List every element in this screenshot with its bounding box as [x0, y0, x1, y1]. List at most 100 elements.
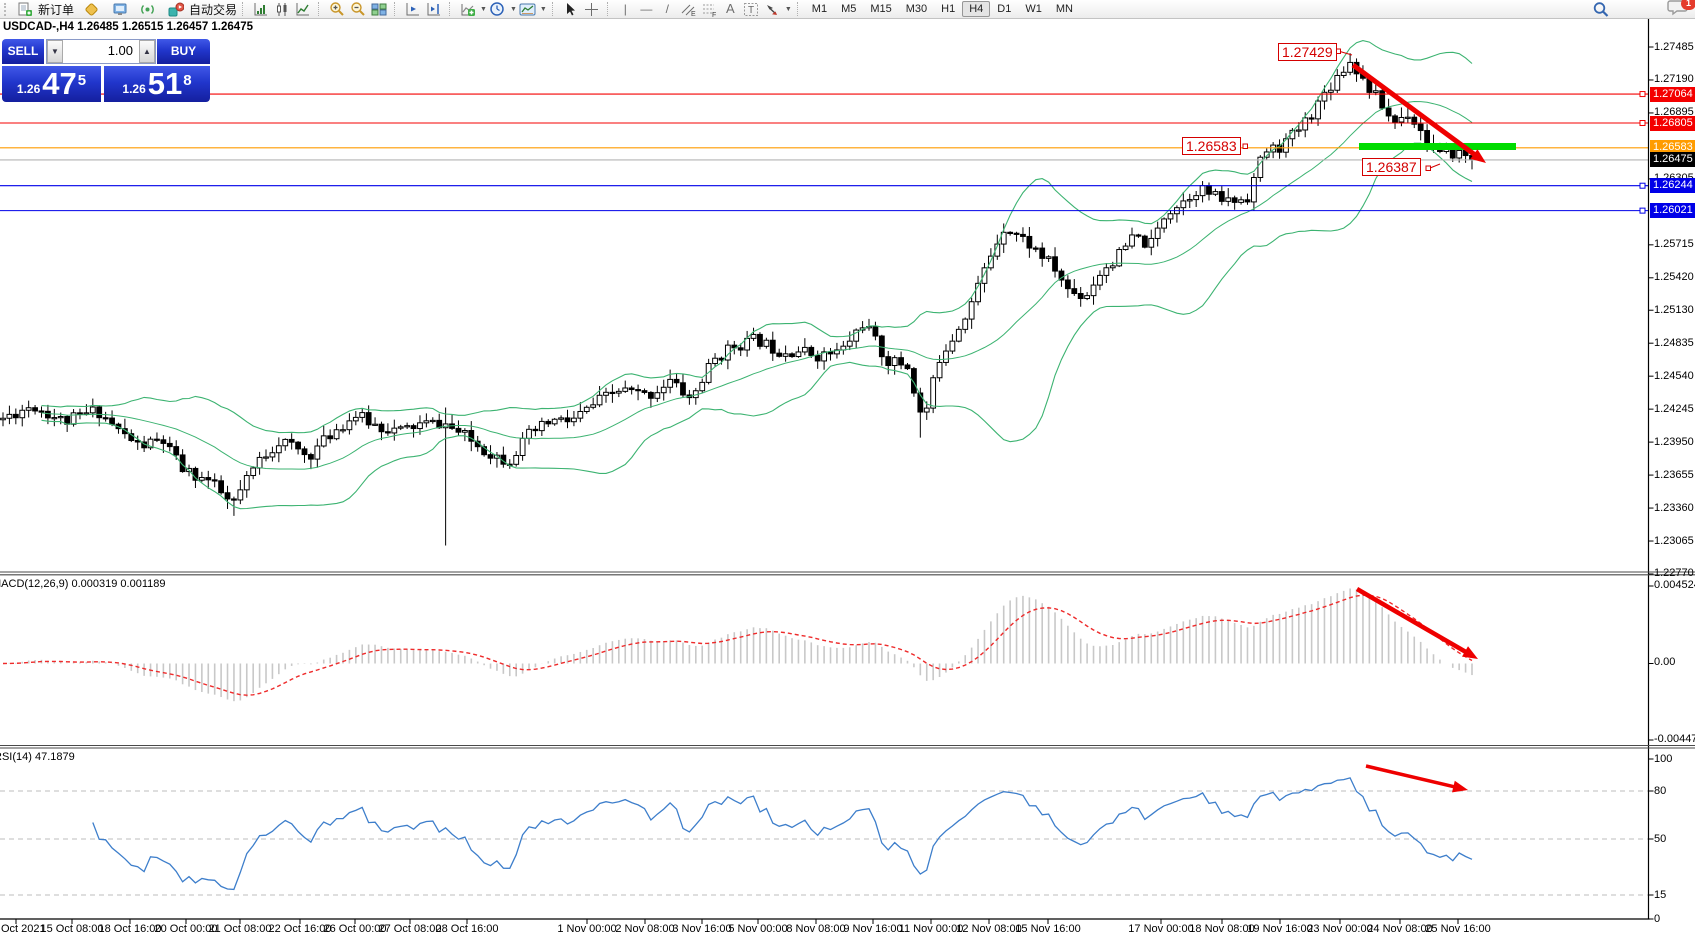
one-click-trading-panel: SELL ▼ 1.00 ▲ BUY 1.26 47 5 1.26 51 8	[2, 39, 210, 102]
volume-decrease-button[interactable]: ▼	[47, 40, 63, 63]
trendline-tool-button[interactable]: /	[658, 1, 677, 17]
sell-price-small: 1.26	[17, 80, 40, 98]
volume-control: ▼ 1.00 ▲	[46, 39, 156, 64]
toolbar-separator	[394, 2, 398, 16]
sell-price-display[interactable]: 1.26 47 5	[2, 66, 101, 102]
time-axis-label: 8 Nov 08:00	[786, 923, 845, 935]
fibonacci-tool-button[interactable]: F	[700, 1, 719, 17]
arrows-tool-button[interactable]	[763, 1, 782, 17]
price-badge: 1.27064	[1650, 87, 1695, 102]
rsi-axis-label: 100	[1654, 753, 1672, 765]
time-axis-label: 17 Nov 00:00	[1128, 923, 1193, 935]
time-axis-label: 2 Nov 08:00	[615, 923, 674, 935]
sell-price-big: 47	[42, 70, 76, 98]
text-tool-button[interactable]: A	[721, 1, 740, 17]
notification-badge: 1	[1681, 0, 1695, 10]
toolbar-separator	[449, 2, 453, 16]
price-axis-label: 1.27485	[1654, 41, 1694, 53]
tf-button-W1[interactable]: W1	[1018, 1, 1049, 17]
tf-button-D1[interactable]: D1	[990, 1, 1018, 17]
toolbar-separator	[797, 2, 801, 16]
time-axis-label: 23 Nov 00:00	[1307, 923, 1372, 935]
price-annotation-high[interactable]: 1.27429	[1278, 43, 1337, 61]
price-axis-label: 1.25420	[1654, 271, 1694, 283]
autotrading-label[interactable]: 自动交易	[189, 1, 237, 18]
tf-button-M1[interactable]: M1	[805, 1, 834, 17]
cursor-button[interactable]	[561, 1, 580, 17]
vertical-line-tool-button[interactable]: |	[616, 1, 635, 17]
toolbar-grip	[4, 3, 10, 16]
bar-chart-button[interactable]	[251, 1, 270, 17]
time-axis-label: Oct 2021	[1, 923, 46, 935]
rsi-axis-label: 15	[1654, 889, 1666, 901]
crosshair-button[interactable]	[582, 1, 601, 17]
time-axis-label: 22 Oct 16:00	[269, 923, 332, 935]
time-axis-label: 11 Nov 00:00	[899, 923, 964, 935]
candlestick-chart-button[interactable]	[272, 1, 291, 17]
tf-button-M15[interactable]: M15	[863, 1, 898, 17]
time-axis-label: 15 Oct 08:00	[41, 923, 104, 935]
time-axis-label: 26 Oct 00:00	[324, 923, 387, 935]
arrows-dropdown-arrow[interactable]: ▼	[785, 6, 792, 13]
data-window-icon[interactable]	[110, 1, 129, 17]
toolbar-right-group: 1	[1590, 0, 1689, 19]
signals-icon[interactable]	[138, 1, 157, 17]
templates-dropdown-arrow[interactable]: ▼	[540, 6, 547, 13]
equidistant-channel-tool-button[interactable]: E	[679, 1, 698, 17]
clock-dropdown-arrow[interactable]: ▼	[510, 6, 517, 13]
tf-button-H1[interactable]: H1	[934, 1, 962, 17]
price-annotation-support[interactable]: 1.26583	[1182, 137, 1241, 155]
time-axis-label: 1 Nov 00:00	[557, 923, 616, 935]
price-axis-label: 1.27190	[1654, 73, 1694, 85]
price-axis-label: 1.24245	[1654, 403, 1694, 415]
tf-button-M30[interactable]: M30	[899, 1, 934, 17]
time-axis-label: 25 Nov 16:00	[1425, 923, 1490, 935]
macd-axis-max-label: 0.004524	[1654, 579, 1695, 591]
time-axis-label: 12 Nov 08:00	[956, 923, 1021, 935]
buy-button[interactable]: BUY	[157, 39, 210, 64]
search-icon[interactable]	[1591, 1, 1610, 17]
buy-price-small: 1.26	[122, 80, 145, 98]
price-badge: 1.26475	[1650, 152, 1695, 167]
chart-shift-button[interactable]	[424, 1, 443, 17]
new-order-button[interactable]	[15, 1, 34, 17]
tile-windows-button[interactable]	[369, 1, 388, 17]
tf-button-H4[interactable]: H4	[962, 1, 990, 17]
time-axis-label: 27 Oct 08:00	[379, 923, 442, 935]
macd-indicator-label: MACD(12,26,9) 0.000319 0.001189	[0, 578, 165, 590]
chart-title: USDCAD-,H4 1.26485 1.26515 1.26457 1.264…	[3, 21, 253, 33]
volume-input[interactable]: 1.00	[63, 40, 139, 63]
price-axis-label: 1.23655	[1654, 469, 1694, 481]
chart-canvas[interactable]	[0, 0, 1695, 938]
templates-button[interactable]	[518, 1, 537, 17]
price-annotation-low[interactable]: 1.26387	[1362, 158, 1421, 176]
autoscroll-button[interactable]	[403, 1, 422, 17]
toolbar-separator	[242, 2, 246, 16]
buy-price-display[interactable]: 1.26 51 8	[104, 66, 210, 102]
notifications-button[interactable]: 1	[1667, 0, 1689, 19]
time-axis-label: 3 Nov 16:00	[672, 923, 731, 935]
indicators-dropdown-arrow[interactable]: ▼	[480, 6, 487, 13]
tf-button-MN[interactable]: MN	[1049, 1, 1080, 17]
text-label-tool-button[interactable]: T	[742, 1, 761, 17]
zoom-out-button[interactable]	[348, 1, 367, 17]
timeframes-clock-button[interactable]	[488, 1, 507, 17]
line-chart-button[interactable]	[293, 1, 312, 17]
indicators-button[interactable]	[458, 1, 477, 17]
zoom-in-button[interactable]	[327, 1, 346, 17]
quotes-icon[interactable]	[82, 1, 101, 17]
price-axis-label: 1.22770	[1654, 567, 1694, 579]
horizontal-line-tool-button[interactable]: —	[637, 1, 656, 17]
volume-increase-button[interactable]: ▲	[139, 40, 155, 63]
time-axis-label: 9 Nov 16:00	[843, 923, 902, 935]
new-order-label[interactable]: 新订单	[38, 1, 74, 18]
sell-button[interactable]: SELL	[2, 39, 44, 64]
tf-button-M5[interactable]: M5	[834, 1, 863, 17]
svg-text:F: F	[712, 12, 716, 17]
time-axis-label: 18 Nov 08:00	[1189, 923, 1254, 935]
toolbar-separator	[552, 2, 556, 16]
rsi-indicator-label: RSI(14) 47.1879	[0, 751, 75, 763]
autotrading-button[interactable]	[166, 1, 185, 17]
toolbar-separator	[607, 2, 611, 16]
buy-price-sup: 8	[183, 66, 191, 96]
